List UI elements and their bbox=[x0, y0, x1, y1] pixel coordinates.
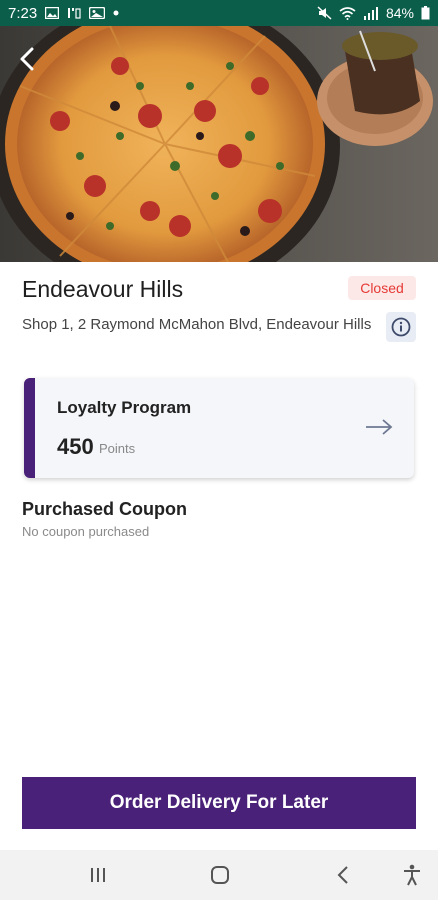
battery-icon bbox=[421, 6, 430, 20]
recent-apps-button[interactable] bbox=[73, 850, 123, 900]
arrow-right-icon bbox=[366, 419, 393, 435]
home-icon bbox=[211, 866, 229, 884]
loyalty-points-value: 450 bbox=[57, 434, 94, 459]
signal-icon bbox=[363, 6, 379, 20]
accessibility-button[interactable] bbox=[387, 850, 437, 900]
loyalty-arrow-button[interactable] bbox=[364, 416, 394, 438]
back-button[interactable] bbox=[12, 44, 42, 74]
home-button[interactable] bbox=[195, 850, 245, 900]
store-address: Shop 1, 2 Raymond McMahon Blvd, Endeavou… bbox=[22, 316, 372, 333]
gallery-icon bbox=[45, 7, 60, 19]
battery-percent: 84% bbox=[385, 5, 414, 21]
status-badge: Closed bbox=[348, 276, 416, 300]
recent-apps-icon bbox=[91, 868, 105, 882]
dot-icon bbox=[113, 10, 119, 16]
back-icon bbox=[337, 866, 348, 884]
coupon-empty-text: No coupon purchased bbox=[22, 524, 150, 539]
notification-icon bbox=[67, 7, 81, 20]
info-icon bbox=[391, 317, 411, 337]
mute-icon bbox=[317, 6, 332, 20]
wifi-icon bbox=[339, 6, 356, 20]
loyalty-title: Loyalty Program bbox=[57, 398, 192, 417]
chevron-left-icon bbox=[20, 47, 34, 71]
store-name: Endeavour Hills bbox=[22, 276, 184, 302]
store-hero-image bbox=[0, 26, 438, 262]
loyalty-accent-bar bbox=[24, 378, 35, 478]
status-bar: 7:23 84% bbox=[0, 0, 438, 26]
info-button[interactable] bbox=[386, 312, 416, 342]
loyalty-program-card[interactable]: Loyalty Program 450 Points bbox=[24, 378, 414, 478]
coupon-section-title: Purchased Coupon bbox=[22, 499, 188, 519]
loyalty-points-unit: Points bbox=[99, 441, 136, 456]
order-delivery-button[interactable]: Order Delivery For Later bbox=[22, 777, 416, 829]
accessibility-icon bbox=[404, 864, 420, 886]
system-nav-bar bbox=[0, 850, 438, 900]
status-time: 7:23 bbox=[8, 4, 38, 22]
pizza-image bbox=[0, 26, 438, 262]
image-icon bbox=[89, 7, 106, 19]
back-nav-button[interactable] bbox=[318, 850, 368, 900]
